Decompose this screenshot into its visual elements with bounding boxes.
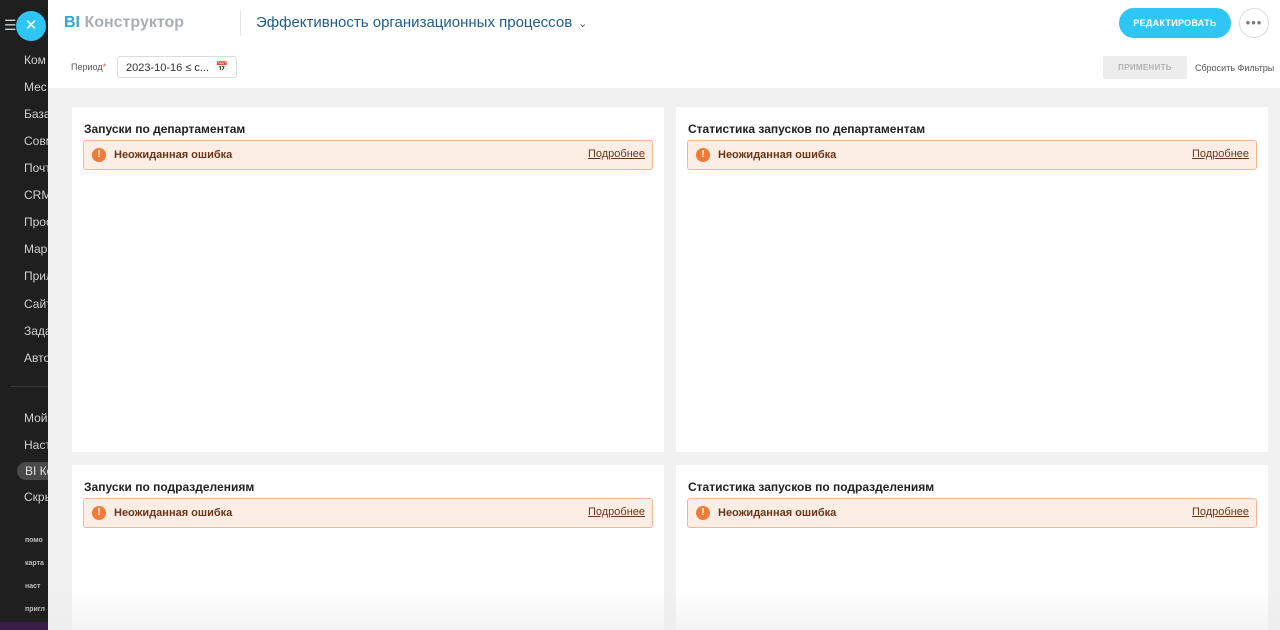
details-link[interactable]: Подробнее [588, 148, 645, 160]
sidebar-item[interactable]: Сайт [24, 297, 48, 311]
error-alert: ! Неожиданная ошибка Подробнее [687, 140, 1257, 170]
error-alert: ! Неожиданная ошибка Подробнее [83, 140, 653, 170]
sidebar-item[interactable]: Map [24, 242, 47, 256]
sidebar-item[interactable]: Почт [24, 161, 48, 175]
sidebar-item[interactable]: Мес [24, 80, 47, 94]
more-options-button[interactable]: ••• [1239, 8, 1269, 38]
brand-bi: BI [64, 14, 80, 31]
sidebar-item[interactable]: Зада [24, 324, 48, 338]
sidebar-footer-item[interactable]: наст [25, 583, 40, 590]
divider [240, 10, 241, 36]
dashboard-selector[interactable]: Эффективность организационных процессов ⌄ [256, 14, 587, 31]
avatar[interactable] [0, 622, 48, 630]
header: BI Конструктор Эффективность организацио… [48, 0, 1280, 88]
error-alert: ! Неожиданная ошибка Подробнее [83, 498, 653, 528]
error-icon: ! [696, 506, 710, 520]
error-message: Неожиданная ошибка [114, 507, 233, 519]
error-message: Неожиданная ошибка [718, 149, 837, 161]
sidebar-item[interactable]: CRM [24, 188, 48, 202]
period-value: 2023-10-16 ≤ c... [126, 62, 210, 74]
sidebar-item[interactable]: Ком [24, 53, 46, 67]
brand-logo: BI Конструктор [64, 14, 184, 32]
error-icon: ! [92, 506, 106, 520]
widget-title: Запуски по подразделениям [84, 480, 255, 494]
apply-button[interactable]: ПРИМЕНИТЬ [1103, 56, 1187, 79]
error-alert: ! Неожиданная ошибка Подробнее [687, 498, 1257, 528]
sidebar-item[interactable]: Наст [24, 438, 48, 452]
details-link[interactable]: Подробнее [588, 506, 645, 518]
calendar-icon: 📅 [215, 62, 228, 73]
period-label: Период* [71, 62, 106, 72]
background-sidebar: ☰ Ком Мес База Совм Почт CRM Проо Map Пр… [0, 0, 48, 630]
sidebar-divider [11, 386, 48, 387]
details-link[interactable]: Подробнее [1192, 506, 1249, 518]
error-icon: ! [696, 148, 710, 162]
required-mark: * [102, 62, 107, 72]
sidebar-item[interactable]: Мой [24, 411, 48, 425]
more-icon: ••• [1245, 15, 1263, 30]
close-icon: ✕ [24, 17, 38, 34]
sidebar-footer-item[interactable]: карта [25, 560, 44, 567]
details-link[interactable]: Подробнее [1192, 148, 1249, 160]
chevron-down-icon: ⌄ [578, 18, 588, 30]
sidebar-footer-item[interactable]: помо [25, 537, 43, 544]
sidebar-item-bi-active[interactable]: BI Ко [17, 462, 48, 480]
brand-name: Конструктор [84, 14, 185, 31]
chart-widget: Запуски по департаментам ! Неожиданная о… [72, 107, 664, 452]
error-message: Неожиданная ошибка [114, 149, 233, 161]
widget-title: Запуски по департаментам [84, 122, 246, 136]
close-button[interactable]: ✕ [16, 11, 46, 41]
widget-title: Статистика запусков по подразделениям [688, 480, 935, 494]
period-label-text: Период [71, 62, 103, 72]
edit-button[interactable]: РЕДАКТИРОВАТЬ [1119, 8, 1231, 38]
bi-panel: BI Конструктор Эффективность организацио… [48, 0, 1280, 630]
reset-filters-link[interactable]: Сбросить Фильтры [1195, 63, 1274, 73]
menu-icon[interactable]: ☰ [4, 17, 17, 34]
sidebar-item[interactable]: Проо [24, 215, 48, 229]
sidebar-item[interactable]: База [24, 107, 48, 121]
widget-title: Статистика запусков по департаментам [688, 122, 926, 136]
bottom-fade [48, 590, 1280, 630]
error-message: Неожиданная ошибка [718, 507, 837, 519]
page-title: Эффективность организационных процессов [256, 14, 573, 31]
sidebar-item[interactable]: Скрь [24, 490, 48, 504]
sidebar-item[interactable]: Совм [24, 134, 48, 148]
sidebar-item[interactable]: Авто [24, 351, 48, 365]
period-filter-field[interactable]: 2023-10-16 ≤ c... 📅 [117, 56, 237, 78]
error-icon: ! [92, 148, 106, 162]
sidebar-footer-item[interactable]: пригл [25, 606, 45, 613]
sidebar-item[interactable]: Прил [24, 269, 48, 283]
chart-widget: Статистика запусков по департаментам ! Н… [676, 107, 1268, 452]
